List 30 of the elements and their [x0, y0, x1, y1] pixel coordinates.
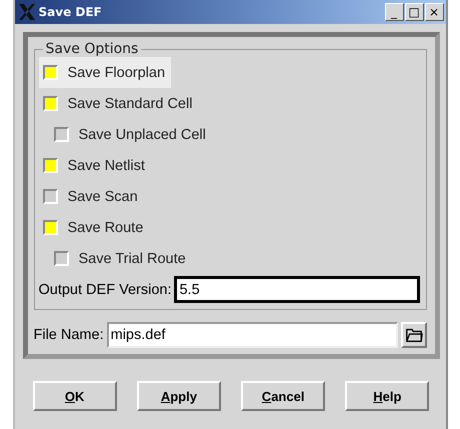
checkbox-option[interactable]: Save Netlist	[38, 150, 151, 181]
x-logo-icon	[16, 2, 36, 22]
checkbox-option[interactable]: Save Trial Route	[50, 243, 192, 274]
version-field[interactable]: 5.5	[174, 276, 420, 303]
window-control-button[interactable]: _	[384, 3, 404, 21]
dialog-button[interactable]: OK	[32, 381, 117, 411]
field-label: Output DEF Version:	[38, 282, 172, 298]
checkbox-option[interactable]: Save Route	[38, 212, 150, 243]
checkbox[interactable]	[42, 220, 58, 235]
field-label: File Name:	[34, 327, 104, 343]
folder-icon	[404, 326, 422, 344]
checkbox-option[interactable]: Save Scan	[38, 181, 144, 212]
checkbox[interactable]	[42, 65, 58, 80]
dialog-button[interactable]: Apply	[136, 381, 221, 411]
dialog-button[interactable]: Cancel	[241, 381, 326, 411]
dialog-button[interactable]: Help	[345, 381, 430, 411]
checkbox-option[interactable]: Save Unplaced Cell	[50, 119, 212, 150]
checkbox[interactable]	[42, 158, 58, 173]
checkbox[interactable]	[54, 127, 68, 142]
checkbox[interactable]	[42, 96, 58, 111]
file-name-field[interactable]: mips.def	[106, 322, 398, 348]
window-title: Save DEF	[38, 5, 103, 19]
group-title: Save Options	[44, 41, 140, 57]
window-control-button[interactable]: ×	[424, 3, 444, 21]
checkbox[interactable]	[42, 189, 58, 204]
checkbox-option[interactable]: Save Floorplan	[38, 57, 172, 88]
checkbox-option[interactable]: Save Standard Cell	[38, 88, 198, 119]
checkbox[interactable]	[54, 251, 68, 266]
browse-button[interactable]	[400, 322, 426, 348]
window-control-button[interactable]: □	[404, 3, 424, 21]
